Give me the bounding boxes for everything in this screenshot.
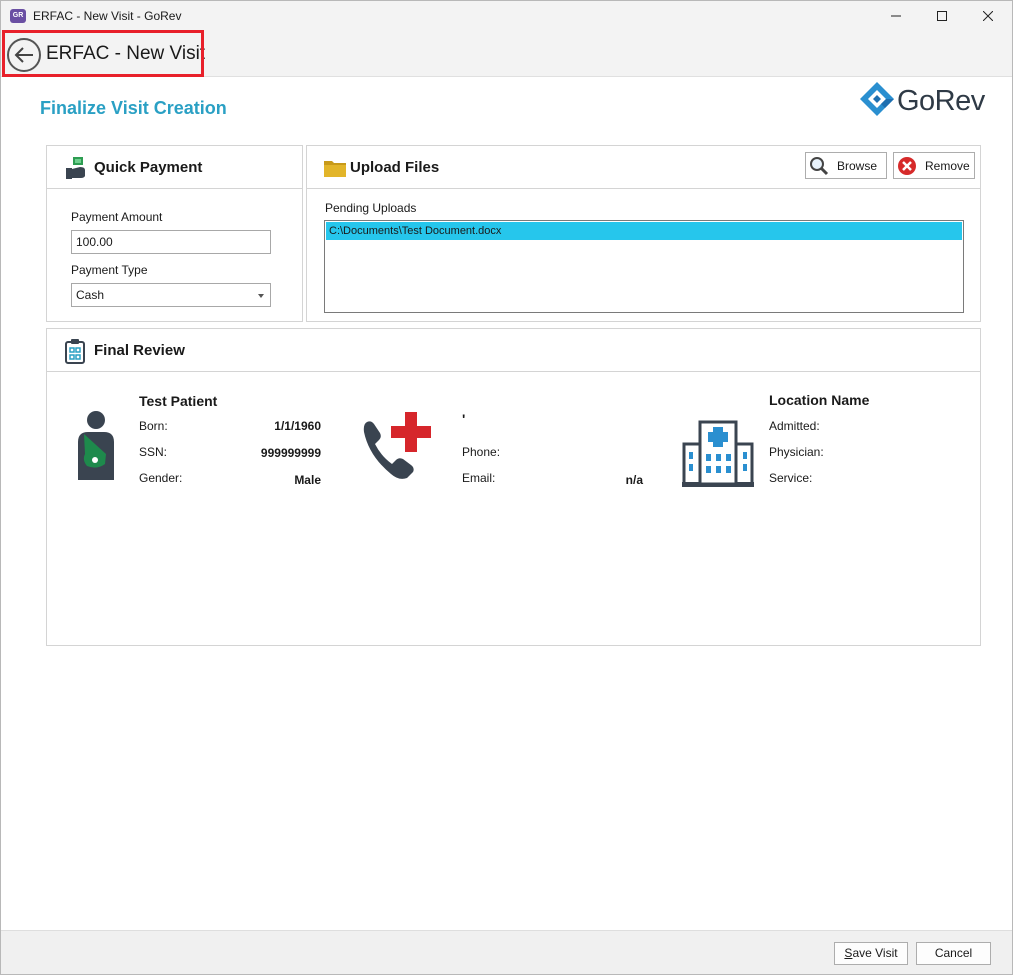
upload-files-header: Upload Files Browse Remove [307, 146, 980, 189]
admitted-label: Admitted: [769, 419, 820, 433]
app-logo-icon: GR [10, 9, 26, 23]
list-item[interactable]: C:\Documents\Test Document.docx [326, 222, 962, 240]
phone-label: Phone: [462, 445, 501, 459]
logo-wordmark: GoRev [897, 85, 985, 117]
folder-icon [324, 161, 346, 177]
remove-label: Remove [925, 158, 970, 173]
minimize-button[interactable] [873, 1, 919, 31]
page-title: Finalize Visit Creation [40, 98, 227, 118]
pending-uploads-label: Pending Uploads [325, 201, 417, 215]
payment-type-value: Cash [76, 288, 105, 302]
born-value: 1/1/1960 [274, 419, 321, 433]
payment-type-select[interactable]: Cash [71, 283, 271, 307]
quick-payment-title: Quick Payment [94, 159, 203, 176]
pending-uploads-list[interactable]: C:\Documents\Test Document.docx [324, 220, 964, 313]
quick-payment-panel: Quick Payment Payment Amount 100.00 Paym… [46, 145, 303, 322]
nav-highlight-box [2, 30, 204, 77]
window-title: ERFAC - New Visit - GoRev [33, 9, 182, 23]
quick-payment-header: Quick Payment [47, 146, 302, 189]
cash-hand-icon [66, 157, 85, 179]
cancel-button[interactable]: Cancel [916, 942, 991, 965]
email-label: Email: [462, 471, 496, 485]
browse-button[interactable]: Browse [805, 152, 887, 179]
app-window: GR ERFAC - New Visit - GoRev ERFAC - New… [0, 0, 1013, 975]
ssn-value: 999999999 [260, 446, 321, 460]
ssn-label: SSN: [139, 445, 168, 459]
patient-name: Test Patient [139, 393, 218, 409]
payment-amount-label: Payment Amount [71, 210, 163, 224]
close-button[interactable] [965, 1, 1011, 31]
hospital-icon [682, 420, 754, 487]
patient-sling-icon [78, 411, 114, 480]
physician-label: Physician: [769, 445, 824, 459]
gender-value: Male [294, 473, 321, 487]
email-value: n/a [625, 473, 643, 487]
save-visit-label: ave Visit [852, 946, 898, 960]
final-review-title: Final Review [94, 342, 185, 359]
born-label: Born: [139, 419, 168, 433]
maximize-icon [937, 11, 947, 21]
upload-files-panel: Upload Files Browse Remove Pending Uploa… [306, 145, 981, 322]
remove-button[interactable]: Remove [893, 152, 975, 179]
upload-files-title: Upload Files [350, 159, 440, 176]
medical-phone-icon [363, 412, 431, 479]
close-icon [983, 11, 993, 21]
gorev-logo-icon [860, 82, 894, 116]
final-review-header: Final Review [47, 329, 980, 372]
service-label: Service: [769, 471, 813, 485]
magnifier-icon [810, 156, 829, 175]
remove-icon [898, 156, 916, 175]
maximize-button[interactable] [919, 1, 965, 31]
final-review-panel: Final Review Test Patient Born: 1/1/1960… [46, 328, 981, 646]
save-visit-button[interactable]: Save Visit [834, 942, 908, 965]
chevron-down-icon [258, 294, 264, 298]
clipboard-check-icon [65, 339, 85, 364]
footer-bar: Save Visit Cancel [1, 930, 1012, 974]
contact-address: ' [462, 411, 466, 427]
gender-label: Gender: [139, 471, 183, 485]
browse-label: Browse [837, 158, 878, 173]
location-name: Location Name [769, 392, 870, 408]
gorev-logo: GoRev [859, 81, 994, 121]
title-bar: GR ERFAC - New Visit - GoRev [1, 1, 1012, 31]
payment-type-label: Payment Type [71, 263, 148, 277]
payment-amount-input[interactable]: 100.00 [71, 230, 271, 254]
minimize-icon [891, 15, 901, 17]
